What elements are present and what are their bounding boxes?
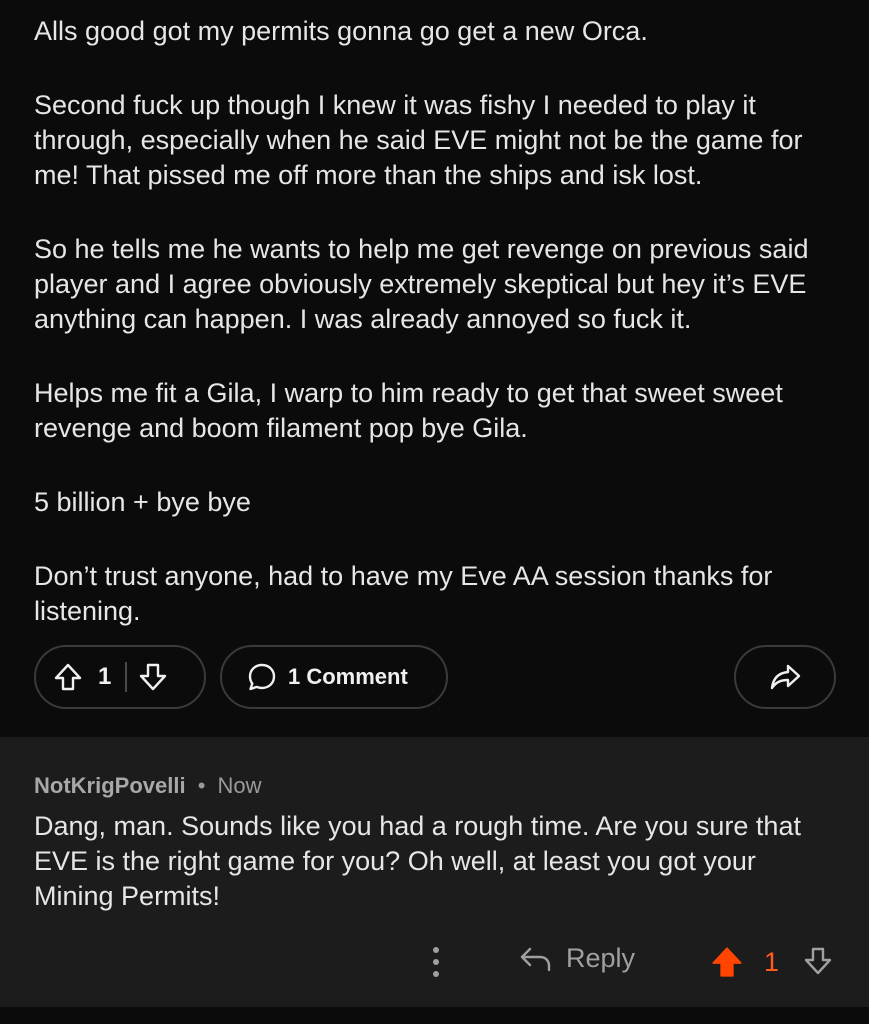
post-action-bar: 1 1 Comment (34, 645, 836, 713)
vertical-dots-icon[interactable] (424, 945, 448, 979)
comment-count-label: 1 Comment (288, 664, 408, 689)
post-vote-count: 1 (98, 663, 112, 690)
reply-button[interactable]: Reply (518, 943, 635, 974)
comment-author[interactable]: NotKrigPovelli (34, 773, 186, 798)
comment-body: Dang, man. Sounds like you had a rough t… (34, 811, 801, 911)
reply-arrow-icon (518, 944, 552, 974)
comments-button[interactable]: 1 Comment (220, 645, 448, 709)
post-paragraph: Alls good got my permits gonna go get a … (34, 16, 648, 46)
downvote-arrow-icon[interactable] (137, 661, 169, 693)
comment-timestamp: Now (217, 773, 262, 798)
post-paragraph: Don’t trust anyone, had to have my Eve A… (34, 561, 773, 626)
post-paragraph: So he tells me he wants to help me get r… (34, 234, 809, 334)
vote-divider (125, 662, 128, 692)
speech-bubble-icon (246, 661, 278, 693)
comment-vote-count: 1 (764, 947, 780, 977)
comment-meta: NotKrigPovelli • Now (34, 773, 835, 799)
post-body: Alls good got my permits gonna go get a … (0, 0, 869, 713)
post-paragraph: Helps me fit a Gila, I warp to him ready… (34, 378, 783, 443)
comment: NotKrigPovelli • Now Dang, man. Sounds l… (0, 751, 869, 1007)
post-paragraph: Second fuck up though I knew it was fish… (34, 90, 803, 190)
reply-label: Reply (566, 943, 636, 973)
upvote-arrow-icon[interactable] (710, 945, 744, 979)
comment-action-bar: Reply 1 (0, 939, 869, 987)
post-paragraph: 5 billion + bye bye (34, 487, 251, 517)
vote-control: 1 (34, 645, 206, 709)
section-divider (0, 737, 869, 751)
share-button[interactable] (734, 645, 836, 709)
meta-separator: • (197, 773, 206, 798)
upvote-arrow-icon[interactable] (52, 661, 84, 693)
share-arrow-icon (768, 661, 802, 693)
downvote-arrow-icon[interactable] (802, 945, 834, 977)
